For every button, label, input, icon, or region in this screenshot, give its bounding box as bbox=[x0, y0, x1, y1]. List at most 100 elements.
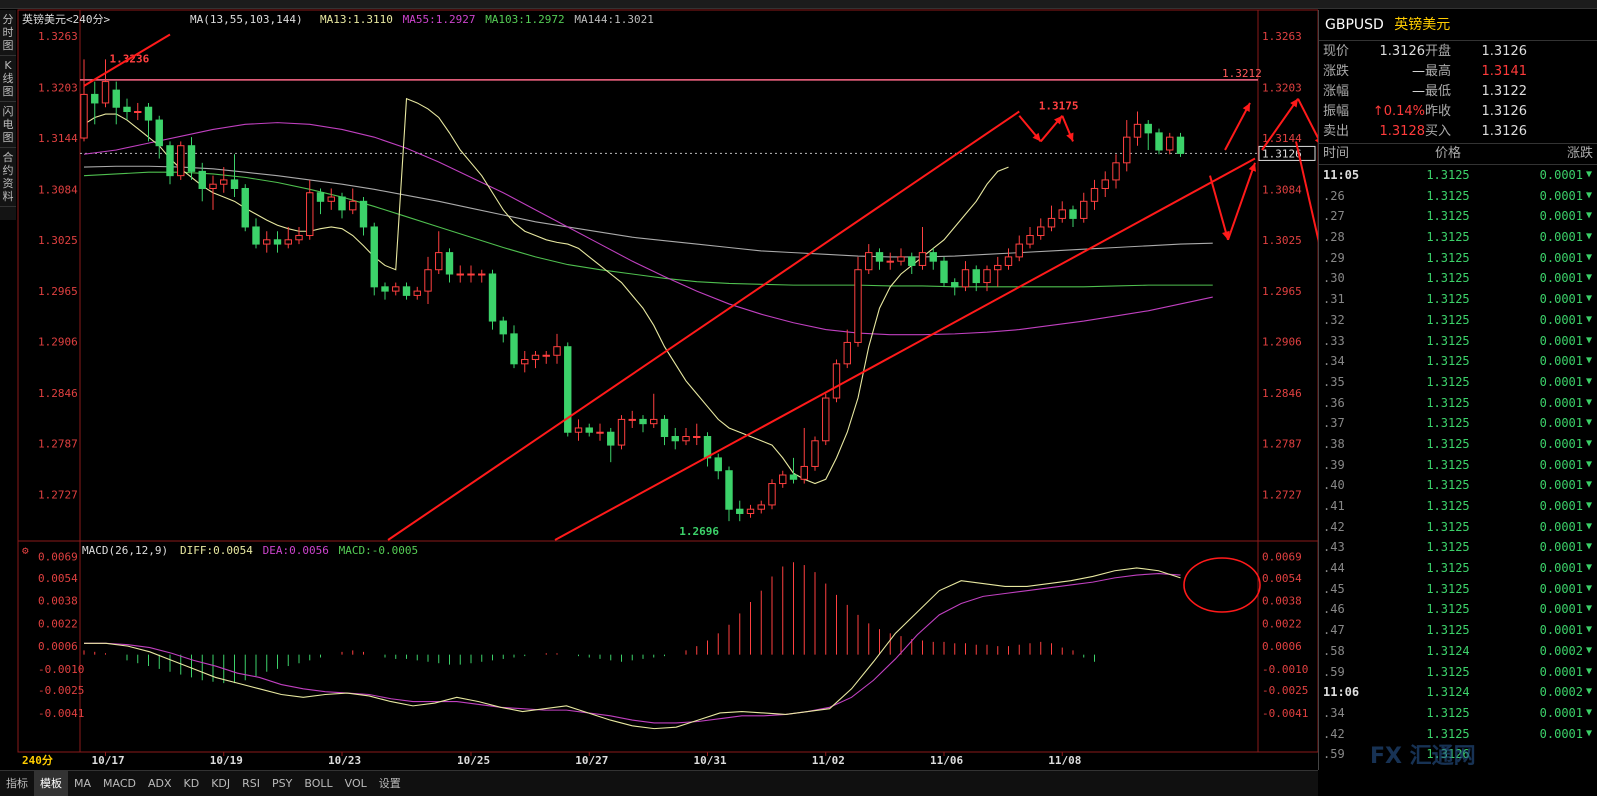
tick-cell: 0.0001 bbox=[1539, 623, 1583, 638]
bottom-tab-kd[interactable]: KD bbox=[178, 771, 206, 796]
side-tab-1[interactable]: K线图 bbox=[0, 56, 16, 102]
candle-body bbox=[1155, 132, 1163, 151]
side-tab-2[interactable]: 闪电图 bbox=[0, 102, 16, 148]
tick-cell: 0.0001 bbox=[1539, 250, 1583, 265]
bottom-tab-设置[interactable]: 设置 bbox=[373, 771, 407, 796]
candle-body bbox=[789, 474, 798, 480]
candle-body bbox=[220, 179, 228, 185]
arrow-head-icon bbox=[1290, 98, 1298, 108]
candle-body bbox=[187, 145, 196, 172]
x-tick-label: 10/27 bbox=[575, 754, 608, 767]
candle-body bbox=[273, 239, 282, 245]
tick-cell: 1.3125 bbox=[1426, 664, 1470, 679]
tick-row: .37 1.3125 0.0001 ▼ bbox=[1319, 413, 1597, 434]
down-arrow-icon: ▼ bbox=[1585, 500, 1593, 511]
bottom-tab-kdj[interactable]: KDJ bbox=[205, 771, 236, 796]
tick-row: .45 1.3125 0.0001 ▼ bbox=[1319, 579, 1597, 600]
bottom-tab-vol[interactable]: VOL bbox=[339, 771, 373, 796]
bottom-tab-rsi[interactable]: RSI bbox=[236, 771, 266, 796]
bottom-tab-指标[interactable]: 指标 bbox=[0, 771, 34, 796]
candle-body bbox=[736, 508, 744, 514]
tick-cell: 0.0001 bbox=[1539, 188, 1583, 203]
tick-cell: 0.0001 bbox=[1539, 436, 1583, 451]
resistance-label: 1.3212 bbox=[1222, 67, 1262, 80]
bottom-tab-adx[interactable]: ADX bbox=[142, 771, 178, 796]
macd-y-tick-left: 0.0022 bbox=[38, 617, 78, 630]
candle-body bbox=[488, 273, 497, 322]
tick-row: .58 1.3124 0.0002 ▼ bbox=[1319, 641, 1597, 662]
y-tick-label-left: 1.2846 bbox=[38, 387, 78, 400]
down-arrow-icon: ▼ bbox=[1585, 334, 1593, 346]
tick-cell: 1.3124 bbox=[1426, 685, 1470, 700]
bottom-tab-ma[interactable]: MA bbox=[68, 771, 97, 796]
channel-upper-line bbox=[387, 110, 1020, 541]
trend-arrow bbox=[1295, 141, 1318, 243]
quote-cell: 1.3126 bbox=[1481, 124, 1528, 139]
candle-body bbox=[607, 431, 615, 446]
ma-legend-ma103: MA103:1.2972 bbox=[485, 13, 564, 26]
side-tab-3[interactable]: 合约资料 bbox=[0, 148, 16, 207]
bottom-tab-psy[interactable]: PSY bbox=[266, 771, 298, 796]
tick-cell: 1.3124 bbox=[1426, 643, 1470, 658]
tick-cell: 1.3125 bbox=[1426, 457, 1470, 472]
macd-y-tick-left: -0.0025 bbox=[38, 684, 84, 697]
candle-body bbox=[112, 89, 120, 108]
quote-cell: 1.3126 bbox=[1481, 104, 1528, 119]
tick-row: 11:05 1.3125 0.0001 ▼ bbox=[1319, 165, 1597, 186]
macd-y-tick-right: 0.0069 bbox=[1262, 551, 1302, 564]
candle-body bbox=[166, 145, 174, 177]
tick-row: .30 1.3125 0.0001 ▼ bbox=[1319, 268, 1597, 289]
down-arrow-icon: ▼ bbox=[1585, 665, 1593, 677]
tick-cell: 0.0001 bbox=[1539, 230, 1583, 245]
candle-body bbox=[908, 256, 916, 266]
x-tick-label: 10/17 bbox=[92, 754, 125, 767]
quote-cell: 涨幅 bbox=[1323, 84, 1350, 99]
candle-body bbox=[1004, 256, 1013, 266]
candle-body bbox=[230, 179, 239, 189]
bottom-tab-boll[interactable]: BOLL bbox=[298, 771, 338, 796]
y-tick-label-left: 1.2727 bbox=[38, 489, 78, 502]
quote-panel: GBPUSD 英镑美元 现价 1.3126 开盘 1.3126 涨跌 — 最高 1.3141 涨… bbox=[1318, 10, 1597, 770]
tick-cell: 1.3125 bbox=[1426, 209, 1470, 224]
candle-body bbox=[542, 354, 550, 357]
quote-cell: 1.3122 bbox=[1481, 84, 1528, 99]
candle-body bbox=[1015, 243, 1023, 258]
candle-body bbox=[693, 436, 701, 439]
y-tick-label-right: 1.3203 bbox=[1262, 82, 1302, 95]
macd-panel-frame bbox=[17, 540, 1318, 753]
down-arrow-icon: ▼ bbox=[1585, 706, 1593, 718]
candle-body bbox=[994, 264, 1002, 271]
macd-y-tick-left: 0.0069 bbox=[38, 551, 78, 564]
trendline-top-left bbox=[83, 33, 171, 87]
current-price-label: 1.3126 bbox=[1262, 147, 1302, 160]
candle-body bbox=[865, 252, 873, 271]
tick-cell: 1.3125 bbox=[1426, 540, 1470, 555]
candle-body bbox=[80, 93, 88, 139]
side-tabs: 分时图 K线图 闪电图 合约资料 bbox=[0, 10, 16, 220]
y-tick-label-left: 1.3084 bbox=[38, 183, 78, 196]
macd-y-tick-right: 0.0054 bbox=[1262, 572, 1302, 585]
macd-dea-line bbox=[84, 573, 1181, 724]
down-arrow-icon: ▼ bbox=[1585, 355, 1593, 367]
tick-cell: 0.0001 bbox=[1539, 457, 1583, 472]
candle-body bbox=[381, 286, 389, 292]
macd-panel-icon: ⚙ bbox=[22, 544, 29, 557]
side-tab-0[interactable]: 分时图 bbox=[0, 10, 16, 56]
tick-cell bbox=[1493, 744, 1583, 765]
y-tick-label-left: 1.2965 bbox=[38, 285, 78, 298]
quote-cell: 最低 bbox=[1425, 84, 1452, 99]
candle-body bbox=[929, 252, 937, 262]
tick-cell: 0.0001 bbox=[1539, 478, 1583, 493]
bottom-tab-macd[interactable]: MACD bbox=[97, 771, 142, 796]
recent-high-label: 1.3175 bbox=[1039, 100, 1079, 113]
candle-body bbox=[725, 470, 733, 510]
y-tick-label-left: 1.2787 bbox=[38, 437, 78, 450]
candle-body bbox=[1133, 123, 1142, 138]
candle-body bbox=[327, 196, 335, 202]
down-arrow-icon: ▼ bbox=[1585, 541, 1593, 553]
tick-row: 11:06 1.3124 0.0002 ▼ bbox=[1319, 682, 1597, 703]
candle-body bbox=[155, 119, 163, 147]
tick-list[interactable]: 11:05 1.3125 0.0001 ▼ .26 1.3125 0.0001 ▼ .27 1.3… bbox=[1319, 165, 1597, 765]
bottom-tab-模板[interactable]: 模板 bbox=[34, 771, 68, 796]
macd-legend-diff: DIFF:0.0054 bbox=[180, 544, 253, 557]
